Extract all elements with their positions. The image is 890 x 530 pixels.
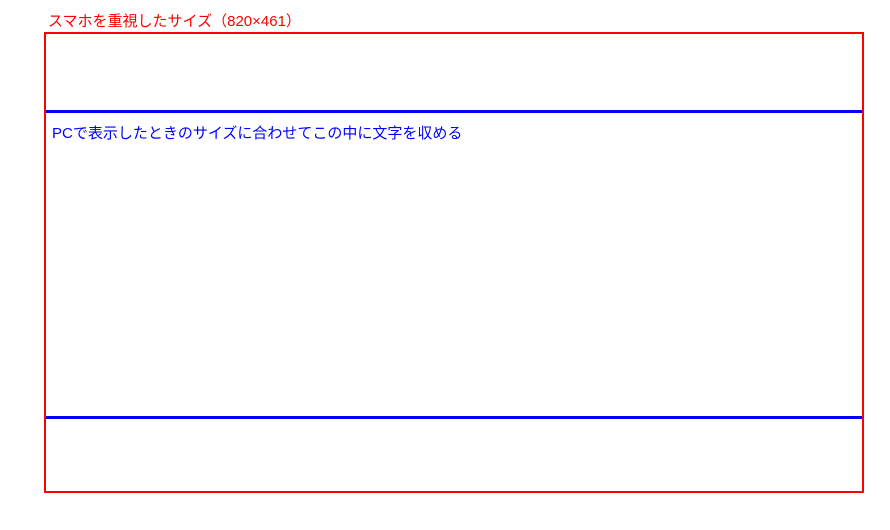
inner-safe-area-top-border <box>46 110 862 113</box>
outer-box-smartphone-size: PCで表示したときのサイズに合わせてこの中に文字を収める <box>44 32 864 493</box>
outer-box-label: スマホを重視したサイズ（820×461） <box>48 10 301 31</box>
inner-safe-area-bottom-border <box>46 416 862 419</box>
inner-safe-area-label: PCで表示したときのサイズに合わせてこの中に文字を収める <box>52 122 462 143</box>
